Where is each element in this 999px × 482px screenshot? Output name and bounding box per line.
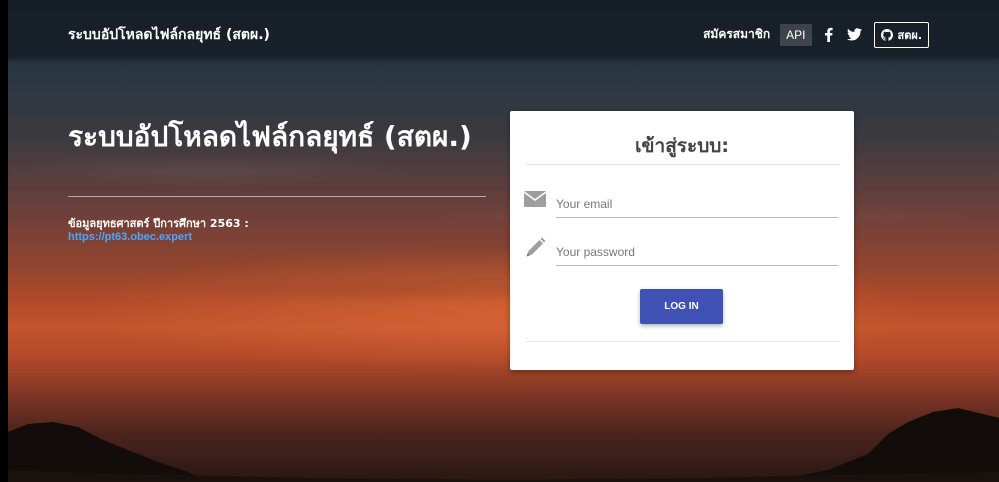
strategy-info-label: ข้อมูลยุทธศาสตร์ ปีการศึกษา 2563 : — [68, 217, 249, 230]
github-label: สตผ. — [897, 28, 922, 42]
hero-divider — [68, 196, 486, 197]
register-link[interactable]: สมัครสมาชิก — [697, 21, 776, 48]
login-card: เข้าสู่ระบบ: LOG IN — [510, 111, 854, 370]
page-frame: ระบบอัปโหลดไฟล์กลยุทธ์ (สตผ.) สมัครสมาชิ… — [8, 0, 999, 482]
facebook-icon[interactable] — [818, 24, 840, 46]
navbar-right: สมัครสมาชิก API สตผ. — [697, 21, 929, 48]
twitter-icon[interactable] — [844, 24, 866, 46]
login-title: เข้าสู่ระบบ: — [635, 135, 729, 157]
email-input[interactable] — [556, 193, 838, 218]
api-link[interactable]: API — [780, 23, 812, 46]
github-icon — [880, 28, 893, 41]
email-field-group — [523, 189, 840, 219]
strategy-info-link[interactable]: https://pt63.obec.expert — [68, 231, 192, 243]
top-navbar: ระบบอัปโหลดไฟล์กลยุทธ์ (สตผ.) สมัครสมาชิ… — [8, 0, 999, 58]
password-field-group — [524, 237, 840, 267]
login-title-divider — [526, 164, 840, 165]
login-footer-divider — [526, 341, 840, 342]
hero-title: ระบบอัปโหลดไฟล์กลยุทธ์ (สตผ.) — [68, 120, 472, 153]
password-input[interactable] — [556, 241, 838, 266]
login-button[interactable]: LOG IN — [640, 289, 723, 324]
brand-link[interactable]: ระบบอัปโหลดไฟล์กลยุทธ์ (สตผ.) — [68, 24, 270, 46]
envelope-icon — [523, 189, 548, 213]
github-button[interactable]: สตผ. — [873, 21, 929, 48]
background-mountains — [8, 408, 999, 482]
pencil-icon — [524, 237, 548, 261]
